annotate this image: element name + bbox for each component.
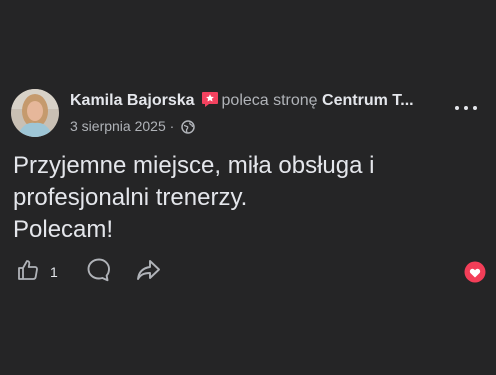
post-body: Przyjemne miejsce, miła obsługa i profes… [13, 152, 375, 243]
page-name-link[interactable]: Centrum T... [322, 92, 414, 109]
review-post: Kamila Bajorska poleca stronę Centrum T..… [0, 0, 496, 375]
recommend-badge-icon [201, 91, 219, 114]
meta-separator: · [169, 118, 175, 134]
comment-button[interactable] [86, 257, 112, 288]
post-header: Kamila Bajorska poleca stronę Centrum T..… [70, 91, 450, 114]
action-text: poleca stronę [221, 92, 318, 109]
post-date[interactable]: 3 sierpnia 2025 [70, 118, 166, 134]
more-options-icon[interactable] [455, 100, 477, 116]
post-meta: 3 sierpnia 2025 · [70, 117, 195, 138]
globe-icon [181, 120, 195, 138]
like-count: 1 [50, 264, 58, 280]
share-icon [136, 258, 162, 287]
avatar[interactable] [11, 89, 59, 137]
avatar-image [11, 89, 59, 137]
action-bar: 1 [16, 257, 182, 288]
author-name[interactable]: Kamila Bajorska [70, 92, 195, 109]
love-reaction-icon[interactable] [464, 261, 486, 288]
share-button[interactable] [136, 258, 162, 287]
like-button[interactable]: 1 [16, 258, 58, 287]
comment-icon [86, 257, 112, 288]
thumbs-up-icon [16, 258, 40, 287]
